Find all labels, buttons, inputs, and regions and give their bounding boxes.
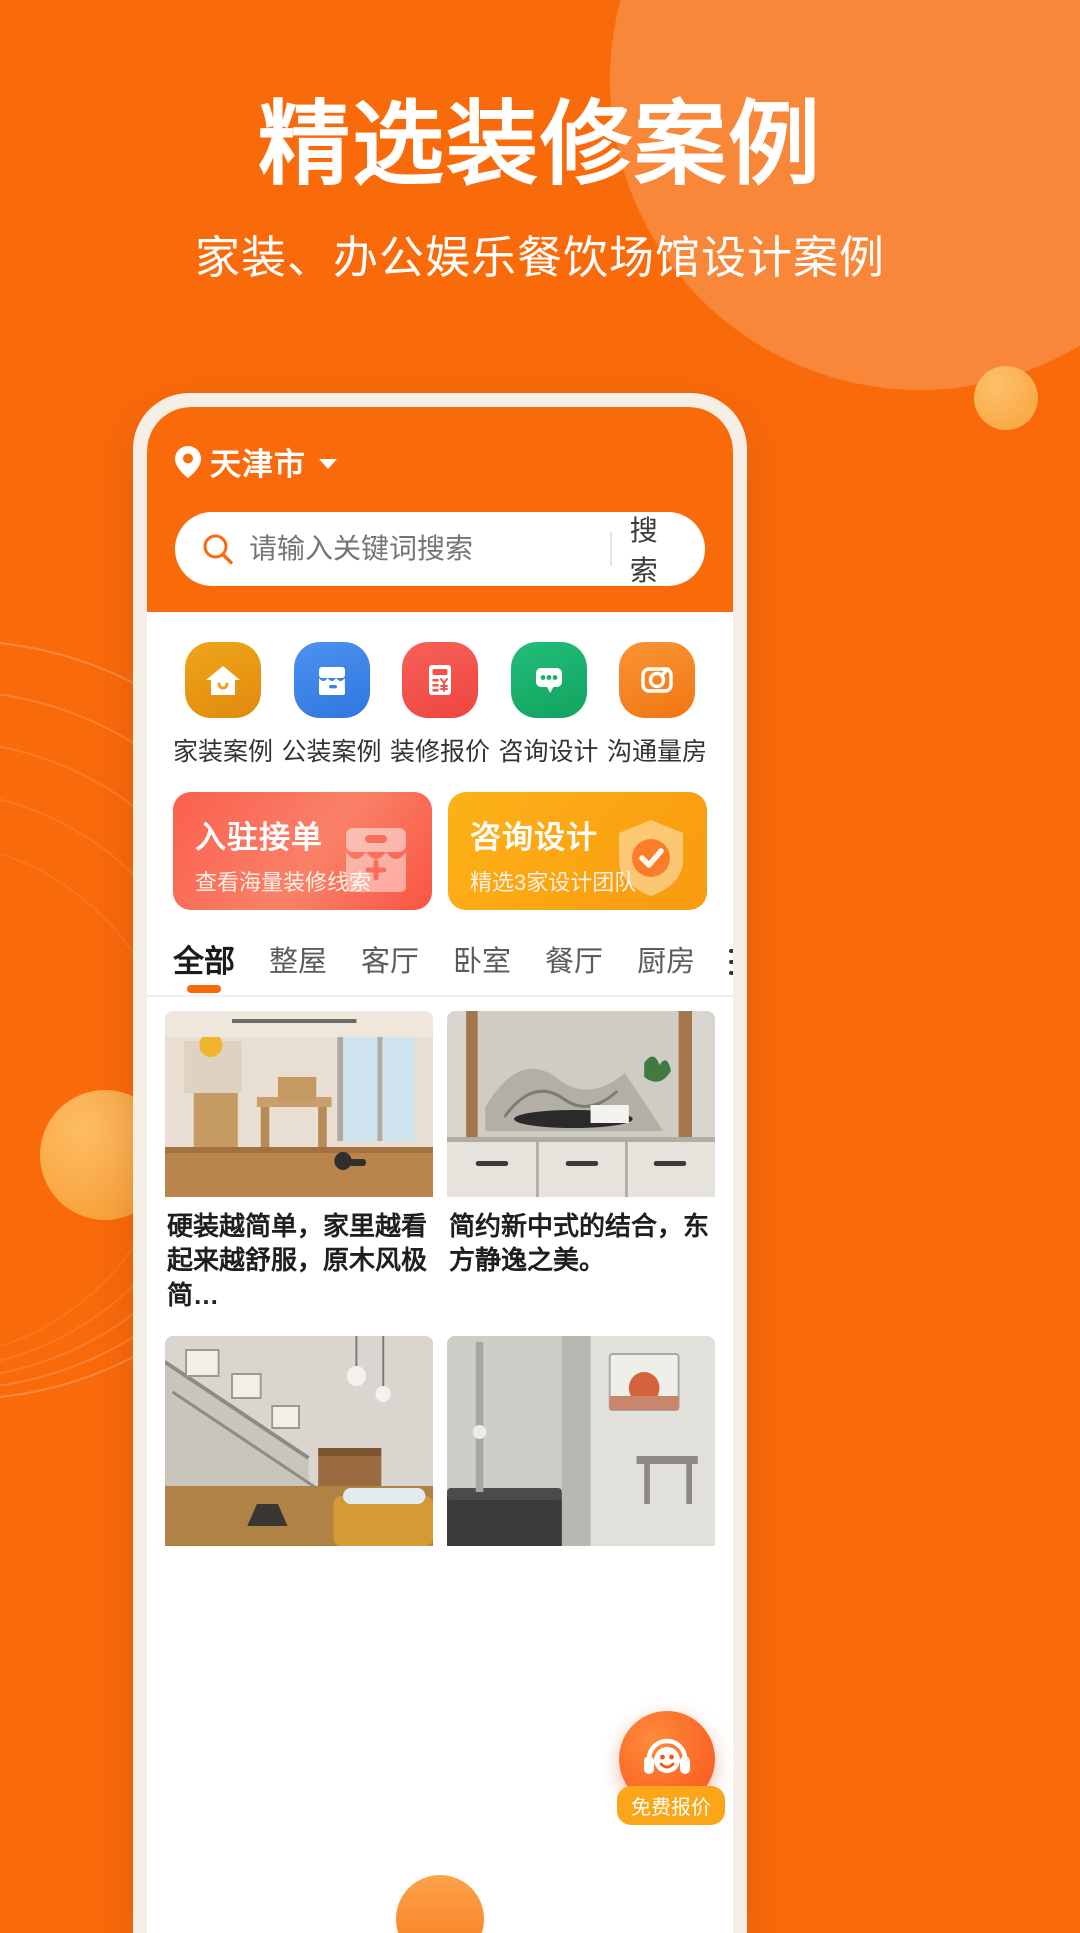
location-label: 天津市 [210, 447, 306, 482]
hamburger-menu-icon [729, 948, 733, 975]
free-quote-badge[interactable]: 免费报价 [617, 1786, 725, 1825]
tab-bedroom[interactable]: 卧室 [453, 938, 511, 994]
tab-label: 全部 [173, 944, 235, 979]
tab-all[interactable]: 全部 [173, 936, 235, 995]
category-tabs: 全部 整屋 客厅 卧室 餐厅 厨房 [147, 910, 733, 995]
tab-dining-room[interactable]: 餐厅 [545, 938, 603, 994]
case-thumbnail [447, 1011, 715, 1197]
tape-measure-icon [619, 642, 695, 718]
tab-label: 客厅 [361, 945, 420, 978]
promo-card-consult[interactable]: 咨询设计 精选3家设计团队 [448, 792, 707, 910]
case-title [447, 1546, 715, 1568]
case-feed-grid: 硬装越简单，家里越看起来越舒服，原木风极简… 简约新中式的结合，东方静逸之美。 [147, 997, 733, 1568]
quick-entry-consult-design[interactable]: 咨询设计 [499, 642, 599, 768]
quick-entry-label: 装修报价 [390, 738, 491, 766]
quick-entry-measure[interactable]: 沟通量房 [607, 642, 707, 768]
tab-whole-house[interactable]: 整屋 [269, 938, 327, 994]
tab-living-room[interactable]: 客厅 [361, 938, 419, 994]
phone-mockup: 天津市 搜索 [133, 393, 747, 1933]
case-thumbnail [165, 1335, 433, 1546]
home-icon [185, 642, 261, 718]
page-title: 精选装修案例 [257, 94, 822, 196]
case-title: 硬装越简单，家里越看起来越舒服，原木风极简… [167, 1211, 428, 1310]
shield-check-icon [609, 814, 693, 902]
quick-entry-commercial-cases[interactable]: 公装案例 [282, 642, 382, 768]
quick-entry-label: 家装案例 [173, 738, 274, 766]
tab-kitchen[interactable]: 厨房 [637, 938, 695, 994]
app-body: 家装案例 公装案例 装修报价 咨询设计 沟通量房 入驻接单 查看海量装修线索 咨… [147, 612, 733, 1568]
chat-icon [510, 642, 587, 718]
promo-row: 入驻接单 查看海量装修线索 咨询设计 精选3家设计团队 [147, 768, 733, 910]
case-thumbnail [165, 1011, 433, 1197]
search-button[interactable]: 搜索 [630, 509, 695, 589]
calculator-icon [402, 642, 478, 718]
case-card[interactable] [165, 1335, 433, 1568]
decor-dot-right [974, 366, 1038, 430]
tab-label: 整屋 [269, 945, 328, 978]
quick-entry-row: 家装案例 公装案例 装修报价 咨询设计 沟通量房 [147, 612, 733, 768]
location-pin-icon [175, 445, 201, 478]
search-bar[interactable]: 搜索 [175, 512, 705, 586]
phone-screen: 天津市 搜索 [147, 407, 733, 1933]
case-card[interactable] [447, 1335, 715, 1568]
shop-medical-icon [334, 814, 418, 902]
tab-label: 厨房 [637, 945, 696, 978]
search-icon [201, 532, 235, 566]
tab-active-indicator [187, 985, 221, 993]
case-title: 简约新中式的结合，东方静逸之美。 [449, 1211, 710, 1276]
case-title [165, 1546, 433, 1568]
promo-card-join[interactable]: 入驻接单 查看海量装修线索 [173, 792, 432, 910]
bottom-action-button[interactable] [396, 1875, 484, 1933]
quick-entry-quote[interactable]: 装修报价 [390, 642, 490, 768]
hero-section: 精选装修案例 家装、办公娱乐餐饮场馆设计案例 [0, 0, 1080, 286]
chevron-down-icon [319, 459, 337, 469]
quick-entry-home-cases[interactable]: 家装案例 [173, 642, 273, 768]
customer-service-icon [637, 1727, 697, 1792]
search-input[interactable] [249, 533, 610, 565]
store-icon [293, 642, 370, 718]
quick-entry-label: 沟通量房 [607, 738, 708, 766]
search-divider [610, 532, 612, 566]
case-card[interactable]: 简约新中式的结合，东方静逸之美。 [447, 1011, 715, 1322]
tabs-more-button[interactable] [729, 948, 733, 983]
app-header: 天津市 搜索 [147, 407, 733, 612]
location-selector[interactable]: 天津市 [175, 439, 705, 484]
quick-entry-label: 咨询设计 [498, 738, 599, 766]
case-card[interactable]: 硬装越简单，家里越看起来越舒服，原木风极简… [165, 1011, 433, 1322]
tab-label: 卧室 [453, 945, 512, 978]
quick-entry-label: 公装案例 [281, 738, 382, 766]
tab-label: 餐厅 [545, 945, 604, 978]
page-subtitle: 家装、办公娱乐餐饮场馆设计案例 [194, 232, 885, 284]
case-thumbnail [447, 1335, 715, 1546]
